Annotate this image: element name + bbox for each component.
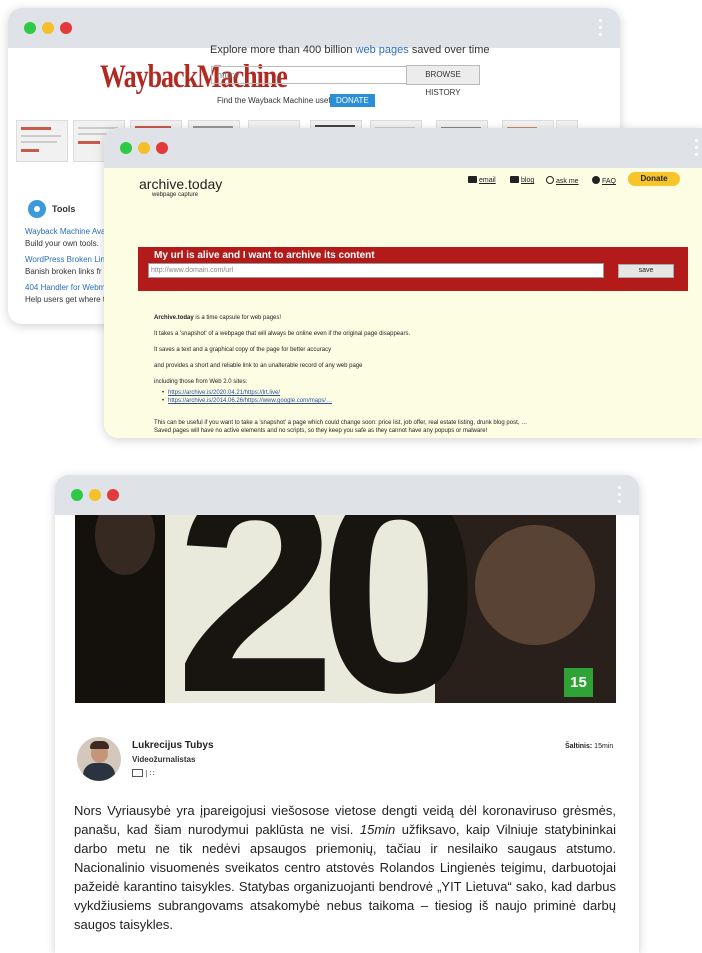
archive-brand: Archive.today: [154, 315, 194, 321]
video-frame: [475, 525, 595, 645]
nav-faq-label: FAQ: [602, 178, 617, 185]
description-text: This can be useful if you want to take a…: [154, 420, 528, 426]
author-role: Videožurnalistas: [132, 755, 196, 764]
author-contact: | ∷: [132, 769, 155, 778]
avatar[interactable]: [77, 737, 121, 781]
window-close-button[interactable]: [107, 489, 119, 501]
nav-ask[interactable]: ask me: [546, 176, 579, 185]
window-titlebar: [8, 8, 620, 48]
archive-description: Archive.today is a time capsule for web …: [154, 315, 281, 321]
page-thumbnail[interactable]: [16, 120, 68, 162]
tools-heading: Tools: [52, 204, 76, 214]
tool-description: Banish broken links fr: [25, 267, 102, 276]
window-maximize-button[interactable]: [71, 489, 83, 501]
tool-description: Help users get where t: [25, 295, 106, 304]
example-link[interactable]: https://archive.is/2020.04.21/https://lr…: [162, 390, 280, 396]
nav-faq[interactable]: FAQ: [592, 176, 616, 185]
window-titlebar: [104, 128, 702, 168]
source-key: Šaltinis:: [565, 743, 593, 750]
video-graphic-number: 20: [175, 515, 480, 703]
rss-icon[interactable]: ∷: [150, 769, 155, 778]
window-maximize-button[interactable]: [120, 142, 132, 154]
archive-form: My url is alive and I want to archive it…: [138, 247, 688, 291]
example-link[interactable]: https://archive.is/2014.06.26/https://ww…: [162, 398, 332, 404]
info-icon: [592, 176, 600, 184]
wayback-tagline: Explore more than 400 billion web pages …: [210, 44, 489, 56]
article-body: Nors Vyriausybė yra įpareigojusi viešoso…: [74, 801, 616, 934]
description-text: It saves a text and a graphical copy of …: [154, 347, 332, 353]
description-text: It takes a 'snapshot' of a webpage that …: [154, 331, 411, 337]
archive-form-title: My url is alive and I want to archive it…: [154, 250, 375, 261]
tagline-text: saved over time: [411, 44, 490, 56]
archive-page: archive.today webpage capture email blog…: [104, 168, 702, 438]
tool-link[interactable]: 404 Handler for Webm: [25, 283, 105, 292]
archive-site-subtitle: webpage capture: [152, 192, 199, 198]
nav-blog[interactable]: blog: [510, 176, 534, 184]
source-value: 15min: [592, 743, 614, 750]
browse-history-button[interactable]: BROWSE HISTORY: [406, 65, 480, 97]
kebab-menu-icon[interactable]: [695, 139, 698, 157]
description-text: is a time capsule for web pages!: [193, 315, 282, 321]
article-window: 20 2020 15 Lukrecijus Tubys Videožurnali…: [55, 475, 639, 953]
window-close-button[interactable]: [156, 142, 168, 154]
window-maximize-button[interactable]: [24, 22, 36, 34]
tool-link[interactable]: WordPress Broken Lin: [25, 255, 105, 264]
archive-site-title[interactable]: archive.today: [139, 176, 222, 192]
archive-donate-button[interactable]: Donate: [628, 172, 680, 186]
article-text: užfiksavo, kaip Vilniuje statybininkai d…: [74, 822, 616, 932]
mail-icon[interactable]: [132, 769, 143, 777]
tool-description: Build your own tools.: [25, 239, 99, 248]
tumblr-icon: [510, 176, 519, 183]
wayback-url-input[interactable]: http://: [211, 66, 408, 84]
chat-icon: [546, 176, 554, 184]
window-minimize-button[interactable]: [42, 22, 54, 34]
archive-url-input[interactable]: http://www.domain.com/url: [148, 263, 604, 278]
kebab-menu-icon[interactable]: [599, 19, 602, 37]
description-text: Saved pages will have no active elements…: [154, 428, 488, 434]
window-titlebar: [55, 475, 639, 515]
article-text-italic: 15min: [359, 822, 396, 837]
tool-link[interactable]: Wayback Machine Ava: [25, 227, 105, 236]
nav-ask-label: ask me: [556, 178, 579, 185]
channel-logo-badge: 15: [564, 668, 593, 697]
tagline-text: Explore more than 400 billion: [210, 44, 353, 56]
web-pages-link[interactable]: web pages: [356, 44, 409, 56]
source-label: Šaltinis: 15min: [565, 743, 613, 750]
nav-blog-label: blog: [521, 177, 535, 184]
description-text: including those from Web 2.0 sites:: [154, 379, 248, 385]
video-player[interactable]: 20 2020 15: [75, 515, 616, 703]
description-text: and provides a short and reliable link t…: [154, 363, 363, 369]
archive-today-window: archive.today webpage capture email blog…: [104, 128, 702, 438]
window-close-button[interactable]: [60, 22, 72, 34]
kebab-menu-icon[interactable]: [618, 486, 621, 504]
wayback-donate-button[interactable]: DONATE: [330, 94, 375, 107]
video-year-caption: 2020: [97, 677, 131, 696]
author-name[interactable]: Lukrecijus Tubys: [132, 740, 214, 751]
find-useful-text: Find the Wayback Machine useful?: [217, 96, 342, 105]
save-button[interactable]: save: [618, 264, 674, 278]
gear-icon: [28, 200, 46, 218]
email-icon: [468, 176, 477, 183]
window-minimize-button[interactable]: [138, 142, 150, 154]
nav-email-label: email: [479, 177, 496, 184]
nav-email[interactable]: email: [468, 176, 496, 184]
window-minimize-button[interactable]: [89, 489, 101, 501]
